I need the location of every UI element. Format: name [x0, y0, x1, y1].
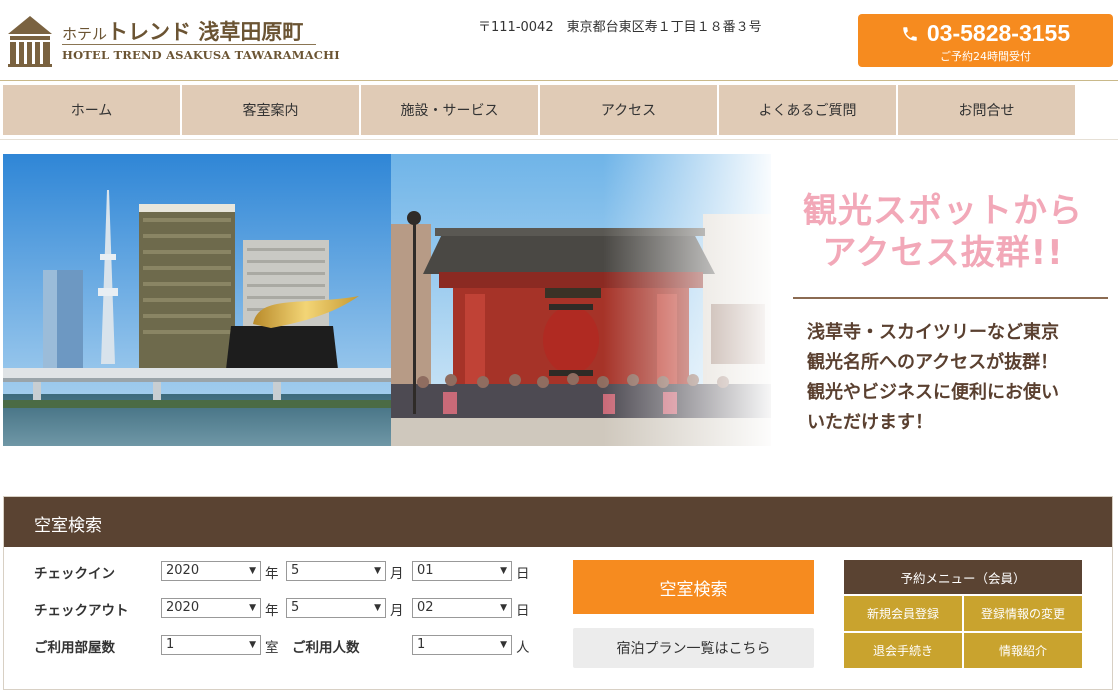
member-edit-button[interactable]: 登録情報の変更 — [964, 596, 1082, 631]
people-label: ご利用人数 — [292, 640, 360, 656]
phone-row: 03-5828-3155 — [858, 20, 1113, 47]
person-unit: 人 — [516, 640, 530, 656]
checkout-year-select[interactable]: 2020 — [161, 598, 261, 618]
hotel-address: 〒111-0042 東京都台東区寿１丁目１８番３号 — [478, 20, 762, 35]
month-unit: 月 — [390, 566, 404, 582]
day-unit: 日 — [516, 603, 530, 619]
nav-item-rooms[interactable]: 客室案内 — [182, 85, 359, 135]
vacancy-search-title: 空室検索 — [34, 516, 102, 536]
member-withdraw-button[interactable]: 退会手続き — [844, 633, 962, 668]
hero-description: 浅草寺・スカイツリーなど東京 観光名所へのアクセスが抜群！ 観光やビジネスに便利… — [807, 318, 1107, 438]
hero-headline-line-1: 観光スポットから — [803, 191, 1083, 231]
member-register-button[interactable]: 新規会員登録 — [844, 596, 962, 631]
hero-description-line-3: 観光やビジネスに便利にお使い — [807, 382, 1059, 403]
hero-divider — [793, 297, 1108, 299]
day-unit: 日 — [516, 566, 530, 582]
nav-item-contact[interactable]: お問合せ — [898, 85, 1075, 135]
hotel-logo-mark-icon — [8, 16, 52, 67]
rooms-label: ご利用部屋数 — [34, 640, 115, 656]
checkin-year-select[interactable]: 2020 — [161, 561, 261, 581]
phone-reservation-button[interactable]: 03-5828-3155 ご予約24時間受付 — [858, 14, 1113, 67]
hero-description-line-2: 観光名所へのアクセスが抜群！ — [807, 352, 1059, 373]
nav-divider — [0, 139, 1118, 140]
hero-description-line-1: 浅草寺・スカイツリーなど東京 — [807, 322, 1059, 343]
phone-icon — [903, 26, 917, 41]
site-header: ホテルトレンド 浅草田原町 HOTEL TREND ASAKUSA TAWARA… — [0, 0, 1118, 80]
hotel-name-main: トレンド 浅草田原町 — [107, 19, 304, 44]
phone-number: 03-5828-3155 — [926, 20, 1071, 46]
member-menu-title: 予約メニュー（会員） — [844, 560, 1082, 594]
people-select[interactable]: 1 — [412, 635, 512, 655]
plan-list-button[interactable]: 宿泊プラン一覧はこちら — [573, 628, 814, 668]
vacancy-search-button[interactable]: 空室検索 — [573, 560, 814, 614]
global-nav: ホーム 客室案内 施設・サービス アクセス よくあるご質問 お問合せ — [3, 85, 1075, 135]
hotel-name-en: HOTEL TREND ASAKUSA TAWARAMACHI — [62, 48, 340, 62]
hero-description-line-4: いただけます！ — [807, 412, 933, 433]
hero-banner: 観光スポットから アクセス抜群!! 浅草寺・スカイツリーなど東京 観光名所へのア… — [3, 154, 1115, 446]
hotel-name-jp: ホテルトレンド 浅草田原町 — [62, 16, 303, 46]
year-unit: 年 — [265, 603, 279, 619]
checkin-month-select[interactable]: 5 — [286, 561, 386, 581]
phone-note: ご予約24時間受付 — [940, 50, 1031, 63]
checkout-month-select[interactable]: 5 — [286, 598, 386, 618]
checkout-day-select[interactable]: 02 — [412, 598, 512, 618]
header-divider — [0, 80, 1118, 81]
room-unit: 室 — [265, 640, 279, 656]
hotel-name-prefix: ホテル — [62, 25, 108, 43]
hotel-logo[interactable]: ホテルトレンド 浅草田原町 HOTEL TREND ASAKUSA TAWARA… — [6, 14, 340, 70]
vacancy-search-panel: 空室検索 チェックイン 2020 年 5 月 01 日 チェックアウト 2020… — [3, 496, 1113, 690]
checkin-label: チェックイン — [34, 566, 115, 582]
rooms-select[interactable]: 1 — [161, 635, 261, 655]
hero-headline: 観光スポットから アクセス抜群!! — [773, 190, 1113, 274]
nav-item-faq[interactable]: よくあるご質問 — [719, 85, 896, 135]
nav-item-facilities[interactable]: 施設・サービス — [361, 85, 538, 135]
month-unit: 月 — [390, 603, 404, 619]
nav-item-home[interactable]: ホーム — [3, 85, 180, 135]
checkout-label: チェックアウト — [34, 603, 129, 619]
vacancy-search-header: 空室検索 — [4, 497, 1112, 547]
checkin-day-select[interactable]: 01 — [412, 561, 512, 581]
logo-divider — [62, 44, 316, 45]
nav-item-access[interactable]: アクセス — [540, 85, 717, 135]
year-unit: 年 — [265, 566, 279, 582]
member-info-button[interactable]: 情報紹介 — [964, 633, 1082, 668]
hero-headline-line-2: アクセス抜群!! — [822, 233, 1064, 273]
